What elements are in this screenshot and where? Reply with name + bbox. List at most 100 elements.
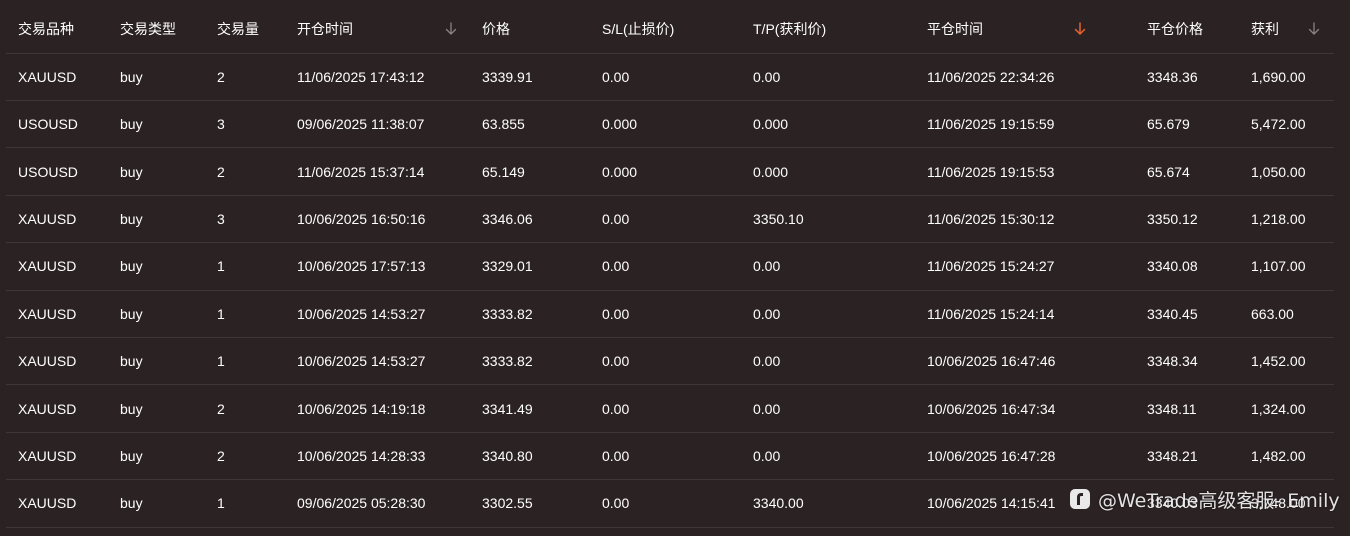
cell-profit: 1,324.00 (1251, 400, 1306, 417)
cell-volume: 2 (217, 68, 225, 85)
cell-trade-type: buy (120, 447, 143, 464)
watermark-text: @WeTrade高级客服- Emily (1098, 489, 1340, 512)
cell-close-time: 11/06/2025 19:15:59 (927, 116, 1055, 133)
header-take-profit[interactable]: T/P(获利价) (753, 6, 826, 53)
table-header-row: 交易品种 交易类型 交易量 开仓时间 价格 S/L(止损价) T/P(获利价) … (6, 6, 1334, 54)
table-row: XAUUSD buy 2 11/06/2025 17:43:12 3339.91… (6, 54, 1334, 101)
cell-volume: 2 (217, 163, 225, 180)
cell-price: 63.855 (482, 116, 525, 133)
cell-take-profit: 0.00 (753, 447, 781, 464)
cell-profit: 1,452.00 (1251, 353, 1306, 370)
cell-trade-type: buy (120, 116, 143, 133)
cell-volume: 2 (217, 400, 225, 417)
cell-trade-type: buy (120, 258, 143, 275)
cell-take-profit: 3340.00 (753, 495, 804, 512)
cell-close-price: 3348.36 (1147, 68, 1198, 85)
header-symbol[interactable]: 交易品种 (18, 6, 74, 53)
cell-close-price: 3348.34 (1147, 353, 1198, 370)
cell-profit: 1,107.00 (1251, 258, 1306, 275)
cell-close-time: 10/06/2025 16:47:28 (927, 447, 1056, 464)
cell-symbol: XAUUSD (18, 210, 77, 227)
cell-symbol: XAUUSD (18, 400, 77, 417)
cell-open-time: 10/06/2025 14:53:27 (297, 305, 426, 322)
sort-profit-arrow-down-icon[interactable] (1308, 6, 1320, 53)
sort-open-time-arrow-down-icon[interactable] (445, 6, 457, 53)
cell-trade-type: buy (120, 353, 143, 370)
cell-trade-type: buy (120, 163, 143, 180)
cell-close-price: 3340.08 (1147, 258, 1198, 275)
cell-trade-type: buy (120, 210, 143, 227)
cell-price: 65.149 (482, 163, 525, 180)
cell-symbol: XAUUSD (18, 353, 77, 370)
cell-take-profit: 3350.10 (753, 210, 804, 227)
cell-close-time: 10/06/2025 16:47:34 (927, 400, 1056, 417)
cell-open-time: 10/06/2025 14:28:33 (297, 447, 426, 464)
cell-stop-loss: 0.00 (602, 353, 630, 370)
header-close-time[interactable]: 平仓时间 (927, 6, 983, 53)
cell-close-price: 3348.21 (1147, 447, 1198, 464)
cell-volume: 1 (217, 495, 225, 512)
header-price[interactable]: 价格 (482, 6, 510, 53)
cell-open-time: 10/06/2025 16:50:16 (297, 210, 426, 227)
cell-close-time: 10/06/2025 14:15:41 (927, 495, 1056, 512)
cell-symbol: USOUSD (18, 116, 78, 133)
cell-price: 3339.91 (482, 68, 533, 85)
cell-take-profit: 0.00 (753, 305, 781, 322)
cell-profit: 5,472.00 (1251, 116, 1306, 133)
header-close-price[interactable]: 平仓价格 (1147, 6, 1203, 53)
table-row: XAUUSD buy 2 10/06/2025 14:28:33 3340.80… (6, 433, 1334, 481)
cell-volume: 3 (217, 210, 225, 227)
cell-open-time: 10/06/2025 14:53:27 (297, 353, 426, 370)
cell-open-time: 10/06/2025 17:57:13 (297, 258, 426, 275)
cell-symbol: XAUUSD (18, 68, 77, 85)
cell-open-time: 10/06/2025 14:19:18 (297, 400, 426, 417)
cell-volume: 1 (217, 353, 225, 370)
cell-price: 3341.49 (482, 400, 533, 417)
cell-symbol: XAUUSD (18, 447, 77, 464)
cell-close-price: 3348.11 (1147, 400, 1197, 417)
cell-close-time: 11/06/2025 22:34:26 (927, 68, 1055, 85)
cell-symbol: XAUUSD (18, 305, 77, 322)
header-profit[interactable]: 获利 (1251, 6, 1279, 53)
cell-open-time: 09/06/2025 11:38:07 (297, 116, 425, 133)
cell-price: 3333.82 (482, 305, 533, 322)
cell-take-profit: 0.00 (753, 68, 781, 85)
cell-open-time: 09/06/2025 05:28:30 (297, 495, 426, 512)
header-open-time[interactable]: 开仓时间 (297, 6, 353, 53)
cell-close-time: 11/06/2025 15:30:12 (927, 210, 1055, 227)
cell-symbol: XAUUSD (18, 495, 77, 512)
table-row: XAUUSD buy 1 10/06/2025 17:57:13 3329.01… (6, 243, 1334, 291)
header-trade-type[interactable]: 交易类型 (120, 6, 176, 53)
social-logo-icon (1070, 489, 1090, 509)
cell-take-profit: 0.00 (753, 258, 781, 275)
cell-stop-loss: 0.000 (602, 163, 638, 180)
cell-take-profit: 0.000 (753, 163, 789, 180)
cell-close-price: 65.679 (1147, 116, 1190, 133)
cell-trade-type: buy (120, 68, 143, 85)
watermark: @WeTrade高级客服- Emily (1070, 486, 1340, 512)
table-row: XAUUSD buy 2 10/06/2025 14:19:18 3341.49… (6, 385, 1334, 433)
cell-stop-loss: 0.000 (602, 116, 638, 133)
cell-profit: 1,050.00 (1251, 163, 1306, 180)
cell-price: 3329.01 (482, 258, 533, 275)
sort-close-time-arrow-down-icon[interactable] (1074, 6, 1086, 53)
cell-stop-loss: 0.00 (602, 447, 630, 464)
table-row: XAUUSD buy 1 10/06/2025 14:53:27 3333.82… (6, 338, 1334, 386)
cell-price: 3333.82 (482, 353, 533, 370)
cell-profit: 1,482.00 (1251, 447, 1306, 464)
cell-price: 3346.06 (482, 210, 533, 227)
trade-history-table: 交易品种 交易类型 交易量 开仓时间 价格 S/L(止损价) T/P(获利价) … (6, 6, 1334, 528)
cell-stop-loss: 0.00 (602, 210, 630, 227)
table-row: USOUSD buy 2 11/06/2025 15:37:14 65.149 … (6, 148, 1334, 196)
cell-close-price: 3340.45 (1147, 305, 1198, 322)
cell-take-profit: 0.00 (753, 353, 781, 370)
cell-volume: 3 (217, 116, 225, 133)
cell-take-profit: 0.00 (753, 400, 781, 417)
cell-profit: 663.00 (1251, 305, 1294, 322)
cell-trade-type: buy (120, 400, 143, 417)
cell-volume: 1 (217, 258, 225, 275)
header-volume[interactable]: 交易量 (217, 6, 259, 53)
header-stop-loss[interactable]: S/L(止损价) (602, 6, 674, 53)
cell-close-time: 10/06/2025 16:47:46 (927, 353, 1056, 370)
cell-profit: 1,690.00 (1251, 68, 1306, 85)
